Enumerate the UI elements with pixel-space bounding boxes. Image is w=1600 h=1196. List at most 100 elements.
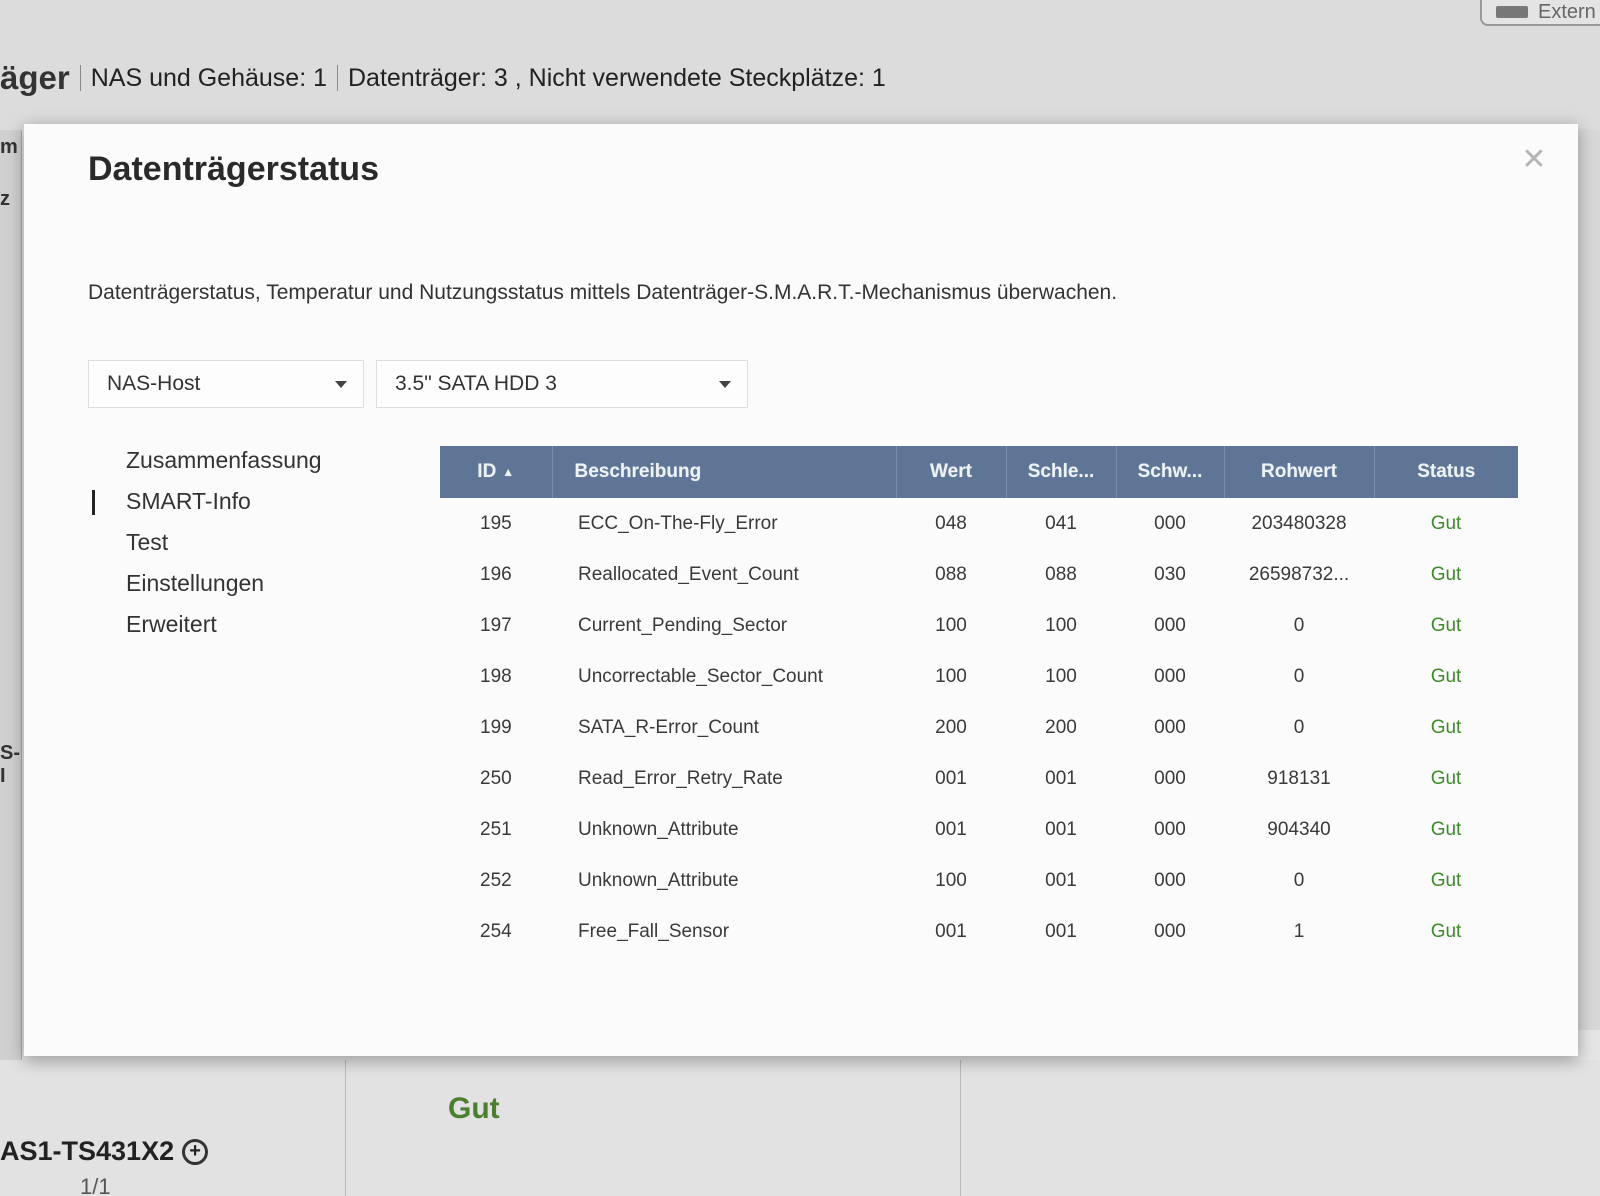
cell-value: 001 <box>935 920 967 942</box>
cell-id: 195 <box>480 512 512 534</box>
table-row[interactable]: 199 SATA_R-Error_Count 200 200 000 0 Gut <box>440 702 1518 753</box>
cell-raw: 203480328 <box>1251 512 1347 534</box>
background-status-value: Gut <box>448 1092 500 1125</box>
background-disk-list <box>0 1060 1600 1196</box>
cell-status: Gut <box>1430 563 1462 585</box>
column-header-id[interactable]: ID ▲ <box>440 446 553 498</box>
cell-description: Reallocated_Event_Count <box>578 563 799 585</box>
column-header-status[interactable]: Status <box>1374 446 1518 498</box>
nav-item-settings[interactable]: Einstellungen <box>88 563 388 604</box>
extern-tab-label: Extern <box>1538 0 1596 23</box>
column-header-value[interactable]: Wert <box>896 446 1007 498</box>
table-row[interactable]: 196 Reallocated_Event_Count 088 088 030 26598… <box>440 549 1518 600</box>
cell-worst: 000 <box>1154 767 1186 789</box>
table-row[interactable]: 195 ECC_On-The-Fly_Error 048 041 000 20348032… <box>440 498 1518 549</box>
smart-table: ID ▲ Beschreibung Wert Schle... Schw... R… <box>440 446 1518 957</box>
nas-enclosure-count: NAS und Gehäuse: 1 <box>90 63 327 92</box>
page-indicator: 1/1 <box>80 1174 111 1196</box>
cell-worst: 000 <box>1154 665 1186 687</box>
disk-status-dialog: ✕ Datenträgerstatus Datenträgerstatus, T… <box>24 124 1578 1056</box>
cell-description: Current_Pending_Sector <box>578 614 788 636</box>
cell-status: Gut <box>1430 818 1462 840</box>
cell-value: 001 <box>935 818 967 840</box>
table-row[interactable]: 254 Free_Fall_Sensor 001 001 000 1 Gut <box>440 906 1518 957</box>
cell-worst: 000 <box>1154 614 1186 636</box>
cell-id: 196 <box>480 563 512 585</box>
cell-worst: 000 <box>1154 512 1186 534</box>
cell-value: 100 <box>935 869 967 891</box>
cell-id: 199 <box>480 716 512 738</box>
cell-status: Gut <box>1430 512 1462 534</box>
cell-status: Gut <box>1430 767 1462 789</box>
cell-threshold: 001 <box>1045 818 1077 840</box>
nav-item-test[interactable]: Test <box>88 522 388 563</box>
table-row[interactable]: 251 Unknown_Attribute 001 001 000 904340 Gut <box>440 804 1518 855</box>
disk-select-value: 3.5" SATA HDD 3 <box>395 372 557 395</box>
sort-ascending-icon: ▲ <box>502 464 515 479</box>
cell-raw: 0 <box>1293 665 1305 687</box>
cell-value: 100 <box>935 614 967 636</box>
table-row[interactable]: 197 Current_Pending_Sector 100 100 000 0 Gut <box>440 600 1518 651</box>
cell-value: 048 <box>935 512 967 534</box>
column-divider <box>960 1060 961 1196</box>
cell-worst: 000 <box>1154 818 1186 840</box>
cell-description: ECC_On-The-Fly_Error <box>578 512 778 534</box>
dialog-title: Datenträgerstatus <box>88 150 379 188</box>
cell-raw: 0 <box>1293 869 1305 891</box>
column-header-threshold[interactable]: Schle... <box>1006 446 1117 498</box>
cell-id: 250 <box>480 767 512 789</box>
table-row[interactable]: 198 Uncorrectable_Sector_Count 100 100 000 0 G… <box>440 651 1518 702</box>
cell-status: Gut <box>1430 716 1462 738</box>
host-select[interactable]: NAS-Host <box>88 360 364 408</box>
cell-id: 198 <box>480 665 512 687</box>
cell-threshold: 088 <box>1045 563 1077 585</box>
cell-value: 088 <box>935 563 967 585</box>
nav-item-smart-info[interactable]: SMART-Info <box>88 481 388 522</box>
zoom-in-icon[interactable]: + <box>182 1138 209 1165</box>
host-select-value: NAS-Host <box>107 372 201 395</box>
cell-threshold: 001 <box>1045 920 1077 942</box>
divider <box>79 65 81 91</box>
cell-id: 254 <box>480 920 512 942</box>
column-header-raw[interactable]: Rohwert <box>1224 446 1375 498</box>
cell-id: 251 <box>480 818 512 840</box>
cell-raw: 26598732... <box>1248 563 1350 585</box>
dialog-description: Datenträgerstatus, Temperatur und Nutzun… <box>88 281 1118 304</box>
cell-description: Read_Error_Retry_Rate <box>578 767 783 789</box>
left-text-fragment: m <box>0 136 18 158</box>
column-header-description[interactable]: Beschreibung <box>552 446 897 498</box>
table-row[interactable]: 252 Unknown_Attribute 100 001 000 0 Gut <box>440 855 1518 906</box>
table-row[interactable]: 250 Read_Error_Retry_Rate 001 001 000 918131 G… <box>440 753 1518 804</box>
cell-status: Gut <box>1430 869 1462 891</box>
disk-select[interactable]: 3.5" SATA HDD 3 <box>376 360 748 408</box>
external-drive-icon <box>1496 6 1528 18</box>
left-text-fragment: S-I <box>0 742 20 787</box>
device-name[interactable]: AS1-TS431X2 + <box>0 1136 209 1167</box>
device-name-label: AS1-TS431X2 <box>0 1136 175 1166</box>
column-header-worst[interactable]: Schw... <box>1116 446 1225 498</box>
cell-description: Unknown_Attribute <box>578 818 739 840</box>
cell-worst: 000 <box>1154 716 1186 738</box>
cell-id: 197 <box>480 614 512 636</box>
cell-id: 252 <box>480 869 512 891</box>
cell-raw: 0 <box>1293 716 1305 738</box>
dialog-nav: Zusammenfassung SMART-Info Test Einstell… <box>88 440 388 645</box>
cell-worst: 030 <box>1154 563 1186 585</box>
cell-value: 001 <box>935 767 967 789</box>
cell-description: Free_Fall_Sensor <box>578 920 730 942</box>
cell-worst: 000 <box>1154 869 1186 891</box>
cell-description: Uncorrectable_Sector_Count <box>578 665 824 687</box>
column-divider <box>345 1060 346 1196</box>
page-title-fragment: äger <box>0 59 70 96</box>
cell-description: SATA_R-Error_Count <box>578 716 759 738</box>
nav-item-summary[interactable]: Zusammenfassung <box>88 440 388 481</box>
cell-threshold: 041 <box>1045 512 1077 534</box>
close-icon[interactable]: ✕ <box>1520 145 1548 175</box>
cell-value: 100 <box>935 665 967 687</box>
disk-slot-summary: Datenträger: 3 , Nicht verwendete Steckp… <box>348 63 886 92</box>
nav-item-advanced[interactable]: Erweitert <box>88 604 388 645</box>
cell-threshold: 001 <box>1045 869 1077 891</box>
extern-tab[interactable]: Extern <box>1480 0 1600 26</box>
table-header-row: ID ▲ Beschreibung Wert Schle... Schw... R… <box>440 446 1518 498</box>
cell-status: Gut <box>1430 920 1462 942</box>
